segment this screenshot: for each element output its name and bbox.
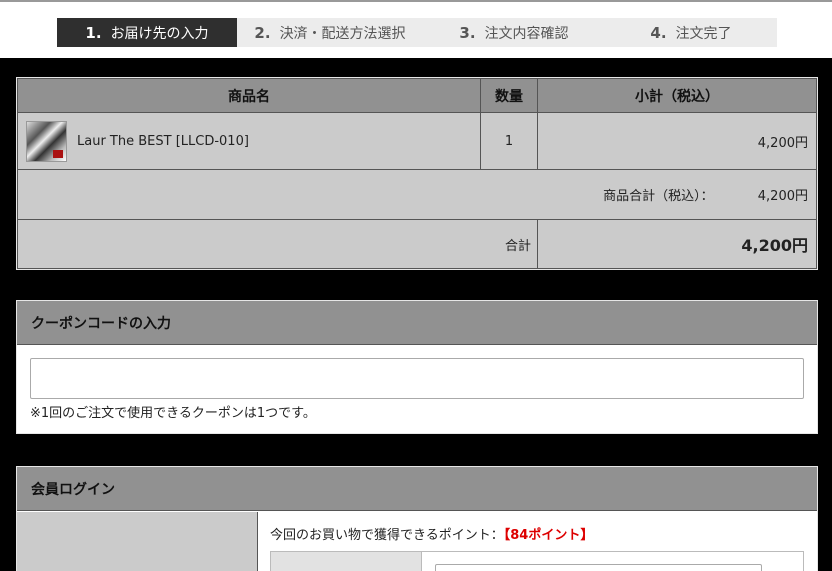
step-label: 決済・配送方法選択 [279, 25, 406, 42]
step-number: 4. [650, 23, 667, 42]
grand-total-value: 4,200円 [537, 219, 817, 269]
login-field-label-cell [271, 552, 422, 571]
table-row: Laur The BEST [LLCD-010] 1 4,200円 [17, 112, 817, 170]
coupon-code-input[interactable] [30, 358, 804, 399]
step-number: 1. [85, 23, 102, 42]
coupon-title: クーポンコードの入力 [17, 301, 817, 345]
items-total-value: 4,200円 [757, 189, 808, 204]
col-header-name: 商品名 [17, 78, 481, 113]
member-login-panel: 会員ログイン 今回のお買い物で獲得できるポイント：【84ポイント】 [16, 466, 818, 571]
step-number: 2. [254, 23, 271, 42]
login-side-column [17, 512, 258, 571]
step-1: 1. お届け先の入力 [57, 18, 237, 47]
login-title: 会員ログイン [17, 467, 817, 511]
step-label: 注文完了 [675, 25, 732, 42]
col-header-subtotal: 小計（税込） [537, 78, 817, 113]
coupon-panel: クーポンコードの入力 ※1回のご注文で使用できるクーポンは1つです。 [16, 300, 818, 434]
login-id-input[interactable] [435, 564, 762, 571]
grand-total-row: 合計 4,200円 [17, 219, 817, 269]
step-4: 4. 注文完了 [605, 18, 777, 47]
grand-total-label: 合計 [17, 219, 538, 269]
step-2: 2. 決済・配送方法選択 [237, 18, 423, 47]
product-qty: 1 [480, 112, 538, 170]
product-name[interactable]: Laur The BEST [LLCD-010] [77, 134, 249, 149]
items-total-label: 商品合計（税込）： [603, 189, 714, 204]
coupon-note: ※1回のご注文で使用できるクーポンは1つです。 [30, 406, 316, 421]
login-form-box [270, 551, 804, 571]
cart-table: 商品名 数量 小計（税込） Laur The BEST [LLCD-010] 1… [16, 77, 818, 270]
points-value: 【84ポイント】 [503, 528, 594, 543]
step-3: 3. 注文内容確認 [423, 18, 605, 47]
checkout-steps: 1. お届け先の入力 2. 決済・配送方法選択 3. 注文内容確認 4. 注文完… [0, 0, 832, 58]
col-header-qty: 数量 [480, 78, 538, 113]
items-total-row: 商品合計（税込）： 4,200円 [17, 169, 817, 220]
product-thumbnail[interactable] [26, 120, 67, 162]
points-info: 今回のお買い物で獲得できるポイント：【84ポイント】 [270, 524, 593, 543]
points-text: 今回のお買い物で獲得できるポイント： [270, 528, 504, 543]
step-number: 3. [459, 23, 476, 42]
step-label: 注文内容確認 [484, 25, 569, 42]
product-subtotal: 4,200円 [537, 112, 817, 170]
step-label: お届け先の入力 [110, 25, 209, 42]
